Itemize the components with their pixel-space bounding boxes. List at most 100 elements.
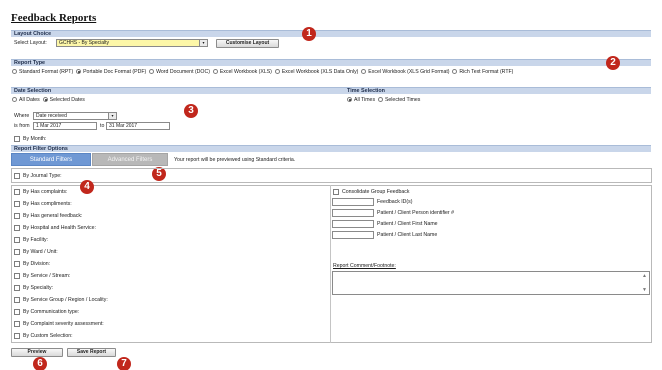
by-month-checkbox[interactable] [14,136,20,142]
time-selection-header: Time Selection [347,88,385,94]
filter-ward-checkbox[interactable] [14,249,20,255]
filters-panel-divider [330,185,331,343]
first-name-label: Patient / Client First Name [377,221,438,227]
marker-7: 7 [117,357,131,370]
journal-type-label: By Journal Type: [23,173,62,179]
date-field-select[interactable]: Date received ▾ [33,112,117,120]
feedback-id-label: Feedback ID(s) [377,199,413,205]
report-type-options: Standard Format (RPT) Portable Doc Forma… [12,68,513,76]
all-dates-radio[interactable]: All Dates [12,97,40,103]
filter-communication-type-checkbox[interactable] [14,309,20,315]
filter-service-group-checkbox[interactable] [14,297,20,303]
scroll-up-icon[interactable]: ▲ [642,273,647,279]
filter-label: By Specialty: [23,285,53,291]
filter-label: By Has general feedback: [23,213,83,219]
select-layout-label: Select Layout: [14,40,47,46]
report-comment-label: Report Comment/Footnote: [333,263,396,269]
filter-label: By Service / Stream: [23,273,71,279]
to-date-input[interactable]: 31 Mar 2017 [106,122,170,130]
radio-icon [361,69,367,74]
report-type-xls-grid[interactable]: Excel Workbook (XLS Grid Format) [361,69,450,75]
layout-choice-header: Layout Choice [11,30,651,37]
report-type-rpt[interactable]: Standard Format (RPT) [12,69,73,75]
filter-label: By Has complaints: [23,189,68,195]
layout-select-value: GCHHS - By Specialty [59,40,110,46]
date-selection-header: Date Selection [14,88,52,94]
save-report-button[interactable]: Save Report [67,348,116,357]
by-month-label: By Month: [23,136,47,142]
radio-selected-icon [347,97,352,102]
marker-3: 3 [184,104,198,118]
filter-hhs-checkbox[interactable] [14,225,20,231]
filter-general-feedback-checkbox[interactable] [14,213,20,219]
radio-icon [212,69,218,74]
consolidate-group-checkbox[interactable] [333,189,339,195]
report-type-rtf[interactable]: Rich Text Format (RTF) [452,69,513,75]
person-identifier-input[interactable] [332,209,374,217]
report-type-pdf[interactable]: Portable Doc Format (PDF) [76,69,146,75]
first-name-input[interactable] [332,220,374,228]
journal-type-panel [11,168,652,183]
consolidate-group-label: Consolidate Group Feedback [342,189,410,195]
filter-label: By Service Group / Region / Locality: [23,297,108,303]
radio-selected-icon [76,69,82,74]
radio-icon [274,69,280,74]
chevron-down-icon: ▾ [199,40,207,46]
layout-select[interactable]: GCHHS - By Specialty ▾ [56,39,208,47]
all-times-radio[interactable]: All Times [347,97,375,103]
filter-options-header: Report Filter Options [11,145,651,152]
radio-icon [149,69,155,74]
filter-label: By Ward / Unit: [23,249,58,255]
filter-has-compliments-checkbox[interactable] [14,201,20,207]
filter-label: By Hospital and Health Service: [23,225,96,231]
tab-standard-filters[interactable]: Standard Filters [11,153,91,166]
date-field-value: Date received [36,113,67,119]
journal-type-checkbox[interactable] [14,173,20,179]
filter-label: By Has compliments: [23,201,72,207]
date-mode-radios: All Dates Selected Dates [12,96,85,104]
filter-label: By Communication type: [23,309,80,315]
radio-icon [12,69,17,74]
marker-1: 1 [302,27,316,41]
filter-specialty-checkbox[interactable] [14,285,20,291]
selected-times-radio[interactable]: Selected Times [377,97,420,103]
filter-label: By Custom Selection: [23,333,73,339]
selected-dates-radio[interactable]: Selected Dates [42,97,85,103]
filter-facility-checkbox[interactable] [14,237,20,243]
filter-division-checkbox[interactable] [14,261,20,267]
page-title: Feedback Reports [11,12,97,24]
feedback-id-input[interactable] [332,198,374,206]
marker-4: 4 [80,180,94,194]
last-name-label: Patient / Client Last Name [377,232,438,238]
person-identifier-label: Patient / Client Person identifier # [377,210,454,216]
time-mode-radios: All Times Selected Times [347,96,420,104]
date-time-header-bar: Date Selection Time Selection [11,87,651,94]
report-type-header: Report Type [11,59,651,66]
customise-layout-button[interactable]: Customise Layout [216,39,279,48]
last-name-input[interactable] [332,231,374,239]
where-label: Where [14,113,30,119]
tab-advanced-filters[interactable]: Advanced Filters [92,153,168,166]
marker-2: 2 [606,56,620,70]
report-type-xls-data[interactable]: Excel Workbook (XLS Data Only) [274,69,358,75]
from-date-input[interactable]: 1 Mar 2017 [33,122,97,130]
report-comment-textarea[interactable]: ▲ ▼ [332,271,650,295]
filter-service-stream-checkbox[interactable] [14,273,20,279]
to-label: to [100,123,105,129]
report-type-xls[interactable]: Excel Workbook (XLS) [212,69,272,75]
filter-has-complaints-checkbox[interactable] [14,189,20,195]
scroll-down-icon[interactable]: ▼ [642,287,647,293]
radio-selected-icon [42,97,48,102]
filter-label: By Complaint severity assessment: [23,321,104,327]
radio-icon [12,97,17,102]
filter-severity-checkbox[interactable] [14,321,20,327]
report-type-doc[interactable]: Word Document (DOC) [149,69,210,75]
preview-button[interactable]: Preview [11,348,63,357]
chevron-down-icon: ▾ [108,113,116,119]
marker-6: 6 [33,357,47,370]
filter-label: By Division: [23,261,51,267]
radio-icon [452,69,458,74]
preview-note: Your report will be previewed using Stan… [174,157,296,163]
from-label: is from [14,123,30,129]
filter-custom-selection-checkbox[interactable] [14,333,20,339]
